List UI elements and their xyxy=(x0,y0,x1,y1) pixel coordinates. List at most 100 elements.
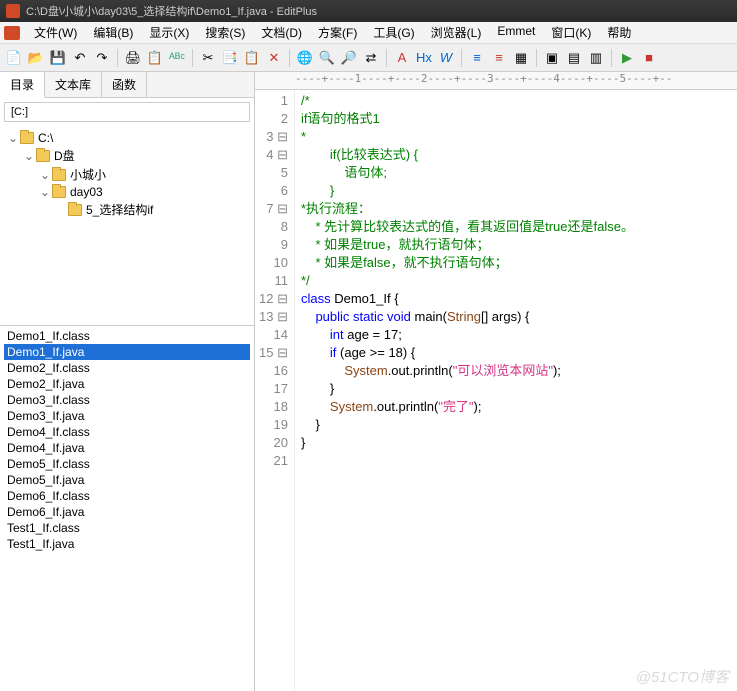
code-line[interactable]: } xyxy=(301,182,733,200)
file-item[interactable]: Test1_If.java xyxy=(4,536,250,552)
line-number: 20 xyxy=(255,434,288,452)
file-item[interactable]: Test1_If.class xyxy=(4,520,250,536)
menu-item[interactable]: Emmet xyxy=(489,22,543,43)
menu-item[interactable]: 编辑(B) xyxy=(85,22,141,43)
replace-icon[interactable]: ⇄ xyxy=(361,48,381,68)
code-line[interactable]: int age = 17; xyxy=(301,326,733,344)
file-item[interactable]: Demo3_If.class xyxy=(4,392,250,408)
menu-item[interactable]: 浏览器(L) xyxy=(423,22,490,43)
panel-tab[interactable]: 函数 xyxy=(102,72,147,97)
file-item[interactable]: Demo4_If.java xyxy=(4,440,250,456)
code-line[interactable]: System.out.println("完了"); xyxy=(301,398,733,416)
code-line[interactable]: if(比较表达式) { xyxy=(301,146,733,164)
bookmark3-icon[interactable]: ▥ xyxy=(586,48,606,68)
tree-twisty-icon[interactable]: ⌄ xyxy=(38,168,52,182)
redo-icon[interactable]: ↷ xyxy=(92,48,112,68)
file-item[interactable]: Demo1_If.java xyxy=(4,344,250,360)
file-item[interactable]: Demo5_If.java xyxy=(4,472,250,488)
open-icon[interactable]: 📂 xyxy=(26,48,46,68)
menu-item[interactable]: 搜索(S) xyxy=(197,22,253,43)
menu-item[interactable]: 方案(F) xyxy=(310,22,365,43)
undo-icon[interactable]: ↶ xyxy=(70,48,90,68)
code-line[interactable]: * 如果是false，就不执行语句体； xyxy=(301,254,733,272)
file-item[interactable]: Demo4_If.class xyxy=(4,424,250,440)
print-icon[interactable]: 🖨 xyxy=(123,48,143,68)
delete-icon[interactable]: ✕ xyxy=(264,48,284,68)
line-number: 7 ⊟ xyxy=(255,200,288,218)
tree-item[interactable]: ⌄day03 xyxy=(2,184,252,200)
columns-icon[interactable]: ▦ xyxy=(511,48,531,68)
code-line[interactable]: *执行流程： xyxy=(301,200,733,218)
find-next-icon[interactable]: 🔎 xyxy=(339,48,359,68)
outdent-icon[interactable]: ≡ xyxy=(489,48,509,68)
file-item[interactable]: Demo6_If.class xyxy=(4,488,250,504)
tree-label: D盘 xyxy=(54,147,75,164)
separator xyxy=(289,49,290,67)
separator xyxy=(611,49,612,67)
menu-item[interactable]: 显示(X) xyxy=(141,22,197,43)
code-line[interactable]: if (age >= 18) { xyxy=(301,344,733,362)
code-line[interactable]: public static void main(String[] args) { xyxy=(301,308,733,326)
indent-icon[interactable]: ≡ xyxy=(467,48,487,68)
new-file-icon[interactable]: 📄 xyxy=(4,48,24,68)
line-number: 12 ⊟ xyxy=(255,290,288,308)
line-number: 16 xyxy=(255,362,288,380)
copy-icon[interactable]: 📑 xyxy=(220,48,240,68)
stop-icon[interactable]: ■ xyxy=(639,48,659,68)
code-line[interactable]: 语句体; xyxy=(301,164,733,182)
line-number: 14 xyxy=(255,326,288,344)
code-line[interactable]: } xyxy=(301,434,733,452)
window-title: C:\D盘\小城小\day03\5_选择结构if\Demo1_If.java -… xyxy=(26,3,317,19)
save-icon[interactable]: 💾 xyxy=(48,48,68,68)
code-line[interactable]: } xyxy=(301,416,733,434)
panel-tab[interactable]: 目录 xyxy=(0,72,45,98)
browser-icon[interactable]: 🌐 xyxy=(295,48,315,68)
tree-twisty-icon[interactable]: ⌄ xyxy=(38,185,52,199)
tree-item[interactable]: 5_选择结构if xyxy=(2,200,252,219)
file-item[interactable]: Demo6_If.java xyxy=(4,504,250,520)
cut-icon[interactable]: ✂ xyxy=(198,48,218,68)
menu-app-icon xyxy=(4,26,20,40)
ruler: ----+----1----+----2----+----3----+----4… xyxy=(255,72,737,90)
font-icon[interactable]: A xyxy=(392,48,412,68)
tree-item[interactable]: ⌄C:\ xyxy=(2,130,252,146)
code-area[interactable]: /*if语句的格式1* if(比较表达式) { 语句体; }*执行流程： * 先… xyxy=(295,90,737,691)
file-item[interactable]: Demo2_If.class xyxy=(4,360,250,376)
code-line[interactable]: System.out.println("可以浏览本网站"); xyxy=(301,362,733,380)
drive-selector[interactable]: [C:] xyxy=(4,102,250,122)
code-line[interactable]: /* xyxy=(301,92,733,110)
tree-twisty-icon[interactable]: ⌄ xyxy=(6,131,20,145)
code-line[interactable]: class Demo1_If { xyxy=(301,290,733,308)
tree-item[interactable]: ⌄ D盘 xyxy=(2,146,252,165)
bookmark-icon[interactable]: ▣ xyxy=(542,48,562,68)
file-item[interactable]: Demo2_If.java xyxy=(4,376,250,392)
menu-item[interactable]: 帮助 xyxy=(599,22,639,43)
bookmark2-icon[interactable]: ▤ xyxy=(564,48,584,68)
code-line[interactable] xyxy=(301,452,733,470)
tree-twisty-icon[interactable]: ⌄ xyxy=(22,149,36,163)
menu-item[interactable]: 文档(D) xyxy=(253,22,310,43)
file-item[interactable]: Demo3_If.java xyxy=(4,408,250,424)
menu-item[interactable]: 文件(W) xyxy=(26,22,85,43)
paste-icon[interactable]: 📋 xyxy=(242,48,262,68)
spell-icon[interactable]: ᴬᴮᶜ xyxy=(167,48,187,68)
code-line[interactable]: if语句的格式1 xyxy=(301,110,733,128)
tree-item[interactable]: ⌄小城小 xyxy=(2,165,252,184)
code-line[interactable]: * xyxy=(301,128,733,146)
code-line[interactable]: */ xyxy=(301,272,733,290)
code-line[interactable]: * 如果是true，就执行语句体； xyxy=(301,236,733,254)
hex-icon[interactable]: Hx xyxy=(414,48,434,68)
code-editor[interactable]: 1 2 3 ⊟4 ⊟5 6 7 ⊟8 9 10 11 12 ⊟13 ⊟14 15… xyxy=(255,90,737,691)
line-number: 18 xyxy=(255,398,288,416)
wrap-icon[interactable]: W xyxy=(436,48,456,68)
panel-tab[interactable]: 文本库 xyxy=(45,72,102,97)
file-item[interactable]: Demo5_If.class xyxy=(4,456,250,472)
menu-item[interactable]: 工具(G) xyxy=(365,22,422,43)
code-line[interactable]: } xyxy=(301,380,733,398)
run-icon[interactable]: ▶ xyxy=(617,48,637,68)
file-item[interactable]: Demo1_If.class xyxy=(4,328,250,344)
find-icon[interactable]: 🔍 xyxy=(317,48,337,68)
preview-icon[interactable]: 📋 xyxy=(145,48,165,68)
code-line[interactable]: * 先计算比较表达式的值，看其返回值是true还是false。 xyxy=(301,218,733,236)
menu-item[interactable]: 窗口(K) xyxy=(543,22,599,43)
